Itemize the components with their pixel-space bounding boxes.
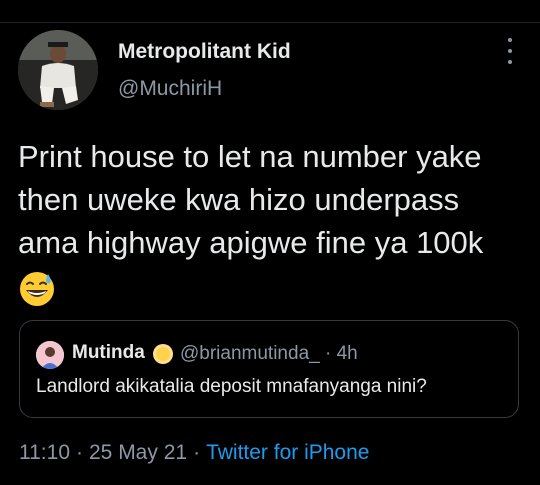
- more-dot: [508, 49, 512, 53]
- grinning-face-with-sweat-icon: [20, 271, 54, 306]
- tweet-meta: 11:10 · 25 May 21 · Twitter for iPhone: [19, 441, 369, 465]
- author-name[interactable]: Metropolitant Kid: [118, 40, 291, 64]
- quoted-author-handle-time: @brianmutinda_ · 4h: [180, 343, 358, 364]
- yellow-circle-emoji-icon: [153, 344, 173, 364]
- quoted-author-photo-icon: [36, 341, 64, 369]
- meta-separator: ·: [193, 441, 201, 464]
- tweet-body: Print house to let na number yake then u…: [18, 135, 523, 308]
- more-dot: [508, 60, 512, 64]
- author-photo-icon: [18, 30, 98, 110]
- tweet-source-link[interactable]: Twitter for iPhone: [206, 441, 369, 464]
- quoted-author-name[interactable]: Mutinda: [72, 342, 145, 364]
- tweet-time[interactable]: 11:10: [19, 441, 70, 464]
- top-divider: [0, 22, 540, 23]
- quoted-tweet-text: Landlord akikatalia deposit mnafanyanga …: [36, 376, 427, 397]
- more-options-icon[interactable]: [498, 38, 522, 64]
- author-handle[interactable]: @MuchiriH: [118, 77, 222, 101]
- quoted-tweet-card[interactable]: Mutinda @brianmutinda_ · 4h Landlord aki…: [19, 320, 519, 418]
- quoted-author-avatar[interactable]: [36, 341, 64, 369]
- tweet-date[interactable]: 25 May 21: [89, 441, 187, 464]
- author-avatar[interactable]: [18, 30, 98, 110]
- tweet-text: Print house to let na number yake then u…: [18, 139, 484, 260]
- more-dot: [508, 38, 512, 42]
- meta-separator: ·: [76, 441, 83, 464]
